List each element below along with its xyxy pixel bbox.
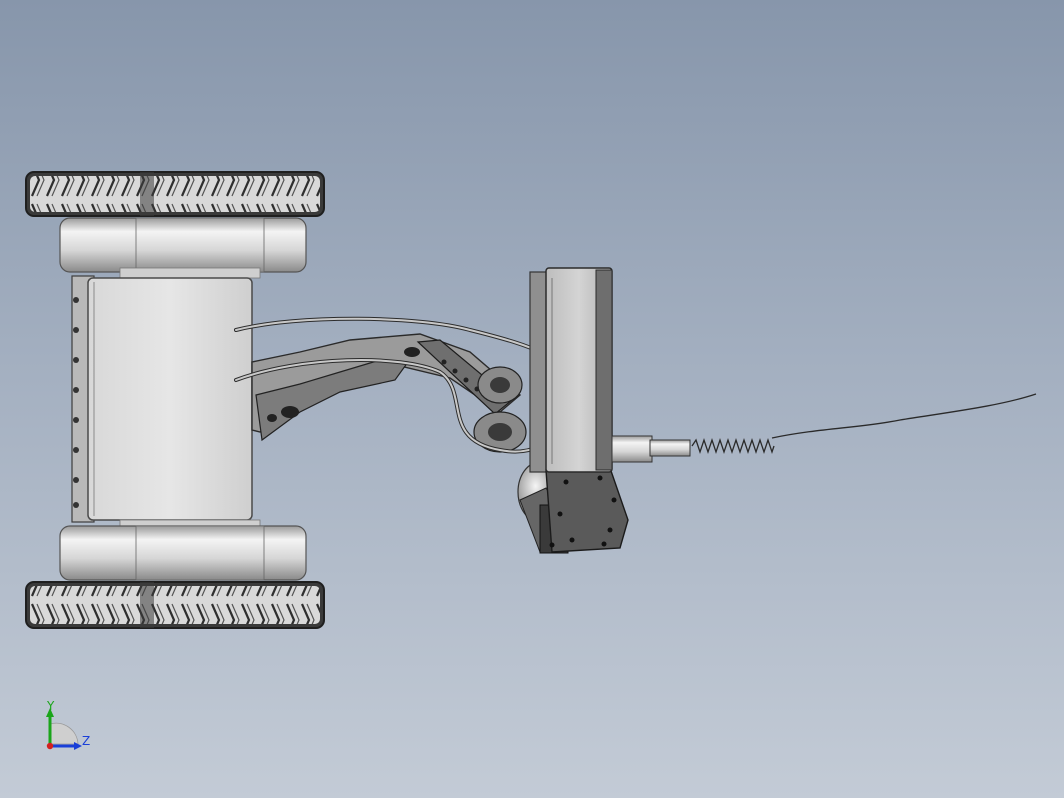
arm-pulley-upper-hub <box>490 377 510 393</box>
antenna-wire <box>771 393 1037 439</box>
top-track-tread <box>30 176 320 212</box>
bottom-track <box>25 581 325 629</box>
robot-model[interactable] <box>0 0 1064 798</box>
cad-viewport[interactable]: Y Z <box>0 0 1064 798</box>
top-roller <box>59 217 307 279</box>
antenna-spring <box>691 437 775 455</box>
top-track <box>25 171 325 217</box>
camera-lens-barrel <box>611 435 653 463</box>
bottom-track-tread <box>30 586 320 624</box>
camera-housing-base <box>545 467 629 553</box>
antenna <box>691 393 1037 455</box>
camera-head[interactable] <box>517 267 691 554</box>
camera-housing-edge <box>595 269 613 471</box>
chassis-body[interactable] <box>71 275 253 523</box>
arm-assembly[interactable] <box>251 333 527 453</box>
arm-pulley-lower-hub <box>488 423 512 441</box>
camera-lens-tip <box>649 439 691 457</box>
top-track-hub <box>140 172 154 216</box>
bottom-track-hub <box>140 582 154 628</box>
bottom-roller <box>59 519 307 581</box>
triad-origin <box>46 742 54 750</box>
triad-plane-shade <box>49 722 79 745</box>
triad-z-label: Z <box>82 734 91 748</box>
triad-y-label: Y <box>47 699 55 713</box>
